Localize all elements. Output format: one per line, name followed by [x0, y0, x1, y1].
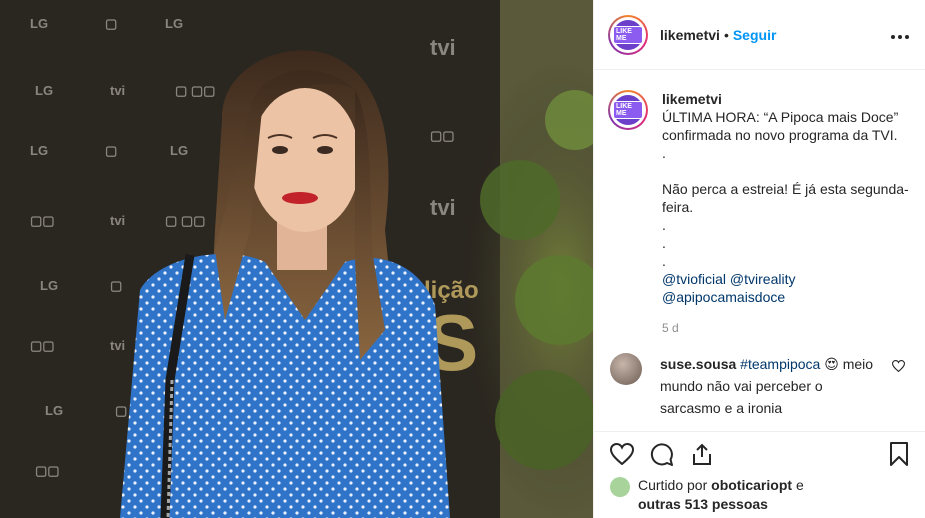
- svg-text:tvi: tvi: [110, 83, 125, 98]
- svg-text:LG: LG: [170, 143, 188, 158]
- svg-text:▢: ▢: [110, 278, 122, 293]
- comment-username[interactable]: suse.sousa: [660, 356, 736, 372]
- svg-text:▢▢: ▢▢: [30, 338, 55, 353]
- post-time[interactable]: 5 d: [662, 319, 910, 337]
- svg-text:▢: ▢: [115, 403, 127, 418]
- caption: LIKE ME likemetvi ÚLTIMA HORA: “A Pipoca…: [594, 70, 925, 337]
- comment-svg: [650, 443, 673, 466]
- caption-line: .: [662, 145, 666, 161]
- svg-text:LG: LG: [40, 278, 58, 293]
- caption-line: .: [662, 235, 666, 251]
- avatar[interactable]: LIKE ME: [608, 14, 648, 55]
- caption-avatar-logo-text: LIKE ME: [613, 101, 643, 119]
- mention-link[interactable]: @tvireality: [730, 271, 796, 287]
- instagram-post: LG ▢ LG LG tvi ▢ ▢▢ LG ▢ LG ▢▢ tvi ▢ ▢▢ LG ▢ ▢▢ tv…: [0, 0, 925, 518]
- comment-icon[interactable]: [650, 442, 674, 469]
- svg-text:tvi: tvi: [430, 35, 456, 60]
- comment: suse.sousa #teampipoca 😍 meio mundo não …: [594, 337, 925, 419]
- more-icon[interactable]: [890, 24, 910, 45]
- more-dots-svg: [891, 35, 909, 39]
- post-sidebar: LIKE ME likemetvi • Seguir LIKE ME likem…: [593, 0, 925, 518]
- avatar-logo-text: LIKE ME: [613, 25, 643, 44]
- svg-text:▢▢: ▢▢: [35, 463, 60, 478]
- svg-text:▢: ▢: [105, 143, 117, 158]
- svg-text:LG: LG: [30, 16, 48, 31]
- heart-icon[interactable]: [609, 442, 635, 468]
- comment-text: suse.sousa #teampipoca 😍 meio mundo não …: [660, 353, 884, 419]
- share-icon[interactable]: [690, 442, 714, 469]
- comment-avatar[interactable]: [610, 353, 642, 385]
- svg-text:▢ ▢▢: ▢ ▢▢: [175, 83, 215, 98]
- comment-hashtag[interactable]: #teampipoca: [740, 356, 820, 372]
- action-bar: [594, 431, 925, 469]
- post-header: LIKE ME likemetvi • Seguir: [594, 0, 925, 70]
- svg-text:tvi: tvi: [110, 213, 125, 228]
- liker-avatar[interactable]: [610, 477, 630, 497]
- follow-button[interactable]: Seguir: [733, 27, 777, 43]
- svg-text:tvi: tvi: [110, 338, 125, 353]
- comment-emoji: 😍: [824, 356, 839, 372]
- small-heart-svg: [891, 360, 906, 373]
- likes-others[interactable]: outras 513 pessoas: [638, 496, 768, 512]
- svg-text:▢▢: ▢▢: [430, 128, 455, 143]
- caption-line: [662, 162, 910, 180]
- svg-text:LG: LG: [35, 83, 53, 98]
- likes-text: Curtido por oboticariopt e outras 513 pe…: [638, 476, 804, 514]
- caption-line: .: [662, 217, 666, 233]
- share-svg: [693, 443, 711, 465]
- svg-text:▢▢: ▢▢: [30, 213, 55, 228]
- caption-line: ÚLTIMA HORA: “A Pipoca mais Doce” confir…: [662, 109, 899, 143]
- caption-text: likemetvi ÚLTIMA HORA: “A Pipoca mais Do…: [662, 90, 910, 337]
- likes-connector: e: [795, 477, 804, 493]
- likes-prefix: Curtido por: [638, 477, 708, 493]
- small-heart-icon[interactable]: [891, 359, 906, 419]
- svg-text:LG: LG: [45, 403, 63, 418]
- heart-svg: [609, 442, 635, 466]
- mention-link[interactable]: @apipocamaisdoce: [662, 289, 785, 305]
- caption-avatar[interactable]: LIKE ME: [608, 90, 648, 130]
- svg-text:▢ ▢▢: ▢ ▢▢: [165, 213, 205, 228]
- header-username[interactable]: likemetvi: [660, 27, 720, 43]
- bookmark-svg: [890, 442, 908, 466]
- caption-mentions: @tvioficial @tvireality: [662, 270, 910, 288]
- caption-line: Não perca a estreia! É já esta segunda-f…: [662, 181, 909, 215]
- svg-text:tvi: tvi: [430, 195, 456, 220]
- liker-username[interactable]: oboticariopt: [711, 477, 792, 493]
- caption-username[interactable]: likemetvi: [662, 90, 910, 108]
- likes-summary: Curtido por oboticariopt e outras 513 pe…: [610, 476, 804, 514]
- post-photo[interactable]: LG ▢ LG LG tvi ▢ ▢▢ LG ▢ LG ▢▢ tvi ▢ ▢▢ LG ▢ ▢▢ tv…: [0, 0, 593, 518]
- svg-text:▢: ▢: [105, 16, 117, 31]
- svg-text:LG: LG: [165, 16, 183, 31]
- mention-link[interactable]: @tvioficial: [662, 271, 726, 287]
- header-separator: •: [723, 26, 729, 43]
- svg-text:LG: LG: [30, 143, 48, 158]
- bookmark-icon[interactable]: [889, 442, 909, 469]
- caption-line: .: [662, 253, 666, 269]
- photo-illustration: LG ▢ LG LG tvi ▢ ▢▢ LG ▢ LG ▢▢ tvi ▢ ▢▢ LG ▢ ▢▢ tv…: [0, 0, 593, 518]
